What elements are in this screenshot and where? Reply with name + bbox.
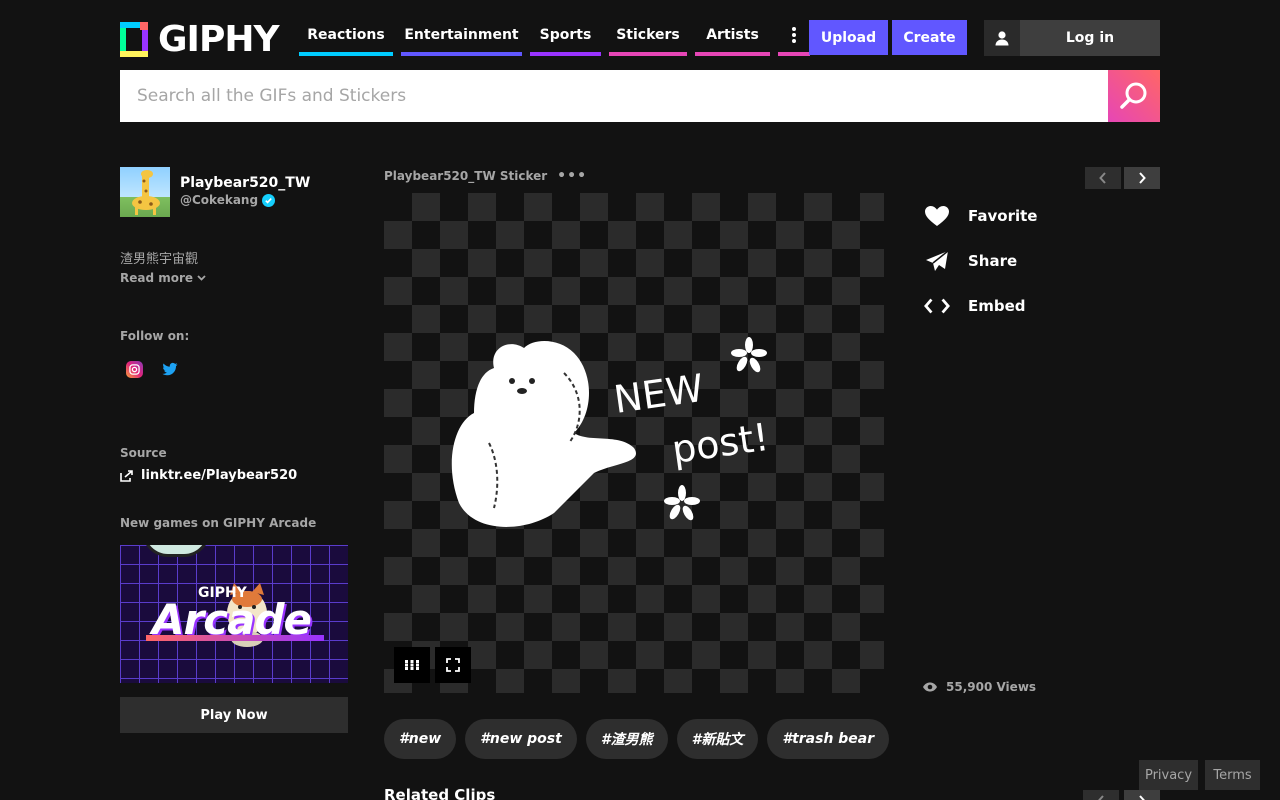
gif-title: Playbear520_TW Sticker (384, 169, 548, 183)
chevron-left-icon (1098, 795, 1104, 800)
nav-entertainment[interactable]: Entertainment (401, 20, 522, 56)
source-link[interactable]: linktr.ee/Playbear520 (120, 468, 297, 483)
chevron-down-icon (197, 275, 206, 281)
favorite-button[interactable]: Favorite (924, 204, 1037, 228)
nav-reactions[interactable]: Reactions (299, 20, 393, 56)
channel-bio: 渣男熊宇宙觀 (120, 252, 199, 267)
main-nav: Reactions Entertainment Sports Stickers … (299, 20, 810, 56)
embed-button[interactable]: Embed (924, 294, 1026, 318)
paper-plane-icon (924, 249, 950, 273)
embed-label: Embed (968, 297, 1026, 315)
giphy-logo[interactable]: GIPHY (120, 19, 280, 60)
channel-handle: @Cokekang (180, 193, 259, 207)
share-button[interactable]: Share (924, 249, 1017, 273)
play-now-button[interactable]: Play Now (120, 697, 348, 733)
page: GIPHY Reactions Entertainment Sports Sti… (0, 0, 1280, 800)
user-icon (984, 20, 1020, 56)
channel-avatar[interactable] (120, 167, 170, 217)
tag-trash-bear-zh[interactable]: #渣男熊 (585, 719, 668, 759)
nav-stickers[interactable]: Stickers (609, 20, 687, 56)
external-link-icon (120, 469, 133, 482)
upload-button[interactable]: Upload (809, 20, 888, 55)
read-more-link[interactable]: Read more (120, 271, 206, 285)
tag-new-post[interactable]: #new post (465, 719, 577, 759)
channel-handle-row[interactable]: @Cokekang (180, 193, 276, 207)
svg-text:NEW: NEW (611, 366, 706, 422)
giraffe-avatar-icon (132, 170, 160, 215)
login-label: Log in (1065, 30, 1115, 46)
fullscreen-icon (446, 658, 460, 672)
more-vertical-icon (792, 27, 796, 43)
code-brackets-icon (924, 294, 950, 318)
next-gif-button[interactable] (1124, 167, 1160, 189)
verified-icon (262, 193, 276, 207)
giphy-logo-icon (120, 22, 148, 57)
gif-title-row: Playbear520_TW Sticker ••• (384, 168, 587, 184)
source-link-text: linktr.ee/Playbear520 (141, 468, 298, 483)
arcade-banner[interactable]: GIPHY Arcade (120, 545, 348, 683)
follow-label: Follow on: (120, 329, 190, 343)
arcade-underline (146, 635, 324, 641)
svg-text:post!: post! (669, 415, 771, 472)
chevron-right-icon (1139, 795, 1145, 800)
search-icon (1120, 82, 1147, 109)
arcade-label: New games on GIPHY Arcade (120, 516, 317, 530)
login-button[interactable]: Log in (984, 20, 1160, 56)
terms-link[interactable]: Terms (1205, 760, 1260, 790)
channel-name[interactable]: Playbear520_TW (180, 175, 310, 191)
search-bar (120, 70, 1160, 122)
view-count-text: 55,900 Views (946, 680, 1037, 694)
heart-icon (924, 204, 950, 228)
tag-list: #new #new post #渣男熊 #新貼文 #trash bear (384, 719, 890, 759)
fullscreen-button[interactable] (435, 647, 471, 683)
view-count: 55,900 Views (922, 680, 1036, 694)
eye-icon (923, 682, 937, 692)
related-previous-button[interactable] (1083, 790, 1119, 800)
gif-viewer[interactable]: NEW post! (384, 193, 884, 693)
grid-icon (405, 660, 419, 670)
nav-more-button[interactable] (778, 20, 810, 56)
arcade-coin-graphic (142, 545, 210, 557)
instagram-icon[interactable] (126, 361, 143, 378)
read-more-label: Read more (120, 271, 194, 285)
search-button[interactable] (1108, 70, 1160, 122)
nav-artists[interactable]: Artists (695, 20, 770, 56)
sticker-new-post-bear: NEW post! (451, 337, 772, 527)
grid-view-button[interactable] (394, 647, 430, 683)
share-label: Share (968, 252, 1018, 270)
tag-new-post-zh[interactable]: #新貼文 (676, 719, 759, 759)
chevron-right-icon (1139, 172, 1146, 184)
previous-gif-button[interactable] (1085, 167, 1121, 189)
related-clips-title: Related Clips (384, 786, 496, 800)
nav-sports[interactable]: Sports (530, 20, 601, 56)
more-options-button[interactable]: ••• (557, 168, 587, 184)
privacy-link[interactable]: Privacy (1139, 760, 1198, 790)
twitter-icon[interactable] (161, 360, 179, 378)
source-label: Source (120, 446, 167, 460)
search-input[interactable] (120, 70, 1108, 122)
favorite-label: Favorite (968, 207, 1038, 225)
tag-trash-bear[interactable]: #trash bear (767, 719, 890, 759)
chevron-left-icon (1099, 172, 1106, 184)
logo-text: GIPHY (158, 19, 280, 60)
related-next-button[interactable] (1124, 790, 1160, 800)
tag-new[interactable]: #new (384, 719, 457, 759)
create-button[interactable]: Create (892, 20, 967, 55)
